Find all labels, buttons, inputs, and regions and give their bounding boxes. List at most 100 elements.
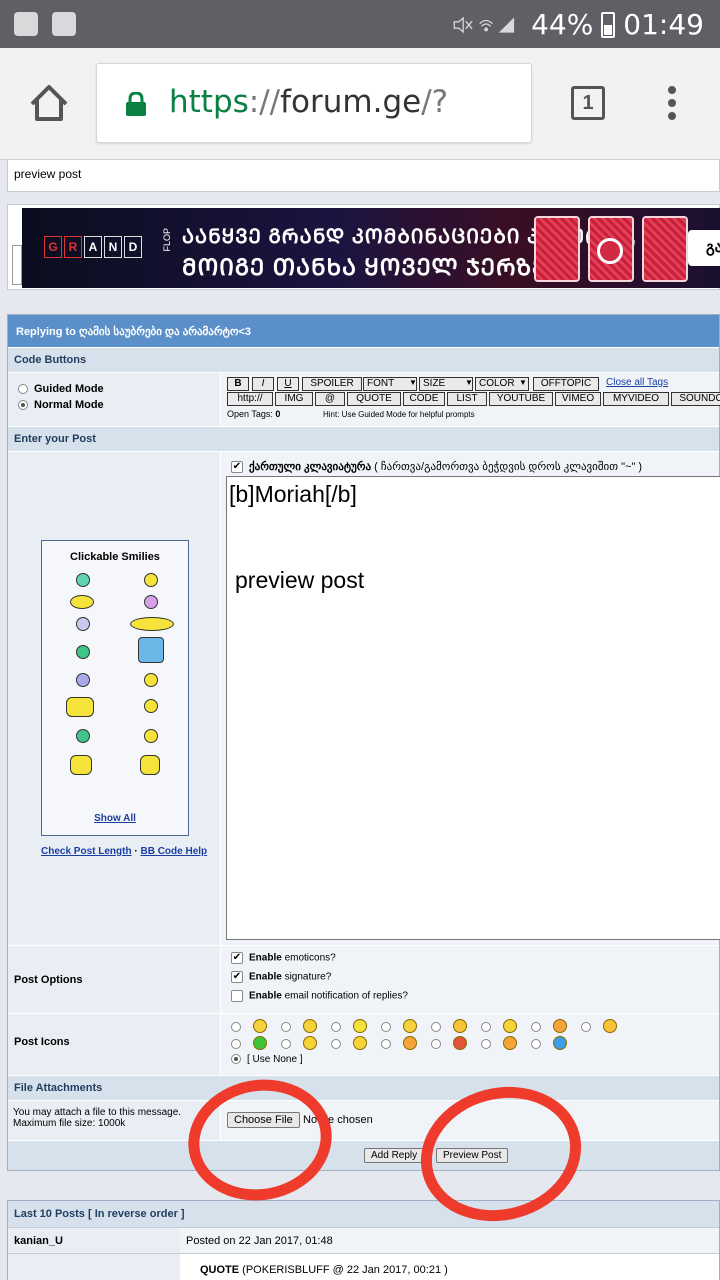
smiley-icon[interactable]	[144, 729, 158, 743]
attach-info-line: Maximum file size: 1000k	[13, 1118, 126, 1129]
post-icon-radio[interactable]	[431, 1039, 441, 1049]
smiley-icon[interactable]	[66, 697, 94, 717]
smilies-panel: Clickable Smilies Show All	[41, 540, 189, 836]
browser-toolbar: https://forum.ge/? 1	[0, 48, 720, 160]
post-icon-radio[interactable]	[331, 1039, 341, 1049]
logo-flop: FLOP	[162, 228, 172, 252]
youtube-button[interactable]: YOUTUBE	[489, 392, 553, 406]
smiley-icon[interactable]	[70, 755, 92, 775]
italic-button[interactable]: I	[252, 377, 274, 391]
signature-checkbox[interactable]: ✔	[231, 971, 243, 983]
overflow-menu-icon[interactable]	[668, 86, 678, 122]
list-button[interactable]: LIST	[447, 392, 487, 406]
bbcode-help-link[interactable]: BB Code Help	[140, 846, 207, 857]
emoticons-label: emoticons?	[281, 952, 336, 964]
post-author[interactable]: kanian_U	[8, 1228, 180, 1253]
open-tags: Open Tags: 0	[227, 409, 280, 419]
post-icon-radio[interactable]	[481, 1022, 491, 1032]
banner-cta-button[interactable]: გა	[688, 230, 720, 266]
url-separator: ://	[248, 84, 281, 120]
img-button[interactable]: IMG	[275, 392, 313, 406]
quote-button[interactable]: QUOTE	[347, 392, 401, 406]
normal-mode-option[interactable]: Normal Mode	[18, 399, 104, 411]
smiley-icon[interactable]	[140, 755, 160, 775]
url-button[interactable]: http://	[227, 392, 273, 406]
smiley-icon[interactable]	[76, 617, 90, 631]
clipboard-notification-icon	[52, 12, 76, 36]
email-notify-option[interactable]: Enable email notification of replies?	[231, 990, 408, 1002]
post-text-line: [b]Moriah[/b]	[229, 481, 357, 507]
smiley-icon[interactable]	[144, 595, 158, 609]
home-icon[interactable]	[28, 82, 70, 124]
playing-card-image	[534, 216, 580, 282]
ad-banner[interactable]: G R A N D FLOP ᲐᲐᲜᲧᲕᲔ ᲒᲠᲐᲜᲓ ᲙᲝᲛᲑᲘᲜᲐᲪᲘᲔᲑᲘ…	[22, 208, 720, 288]
normal-mode-radio[interactable]	[18, 400, 28, 411]
open-tags-count: 0	[275, 409, 281, 419]
enable-label: Enable	[249, 971, 282, 983]
code-button[interactable]: CODE	[403, 392, 445, 406]
quote-header: QUOTE (POKERISBLUFF @ 22 Jan 2017, 00:21…	[180, 1254, 468, 1280]
tab-switcher-button[interactable]: 1	[571, 86, 605, 120]
post-icon-smiley	[603, 1019, 617, 1033]
post-icon-radio[interactable]	[331, 1022, 341, 1032]
attachments-row: You may attach a file to this message. M…	[8, 1100, 719, 1140]
smiley-icon[interactable]	[76, 673, 90, 687]
post-icon-radio[interactable]	[231, 1022, 241, 1032]
post-icon-radio[interactable]	[381, 1022, 391, 1032]
check-length-link[interactable]: Check Post Length	[41, 846, 132, 857]
show-all-smilies-link[interactable]: Show All	[42, 813, 188, 824]
smiley-icon[interactable]	[144, 699, 158, 713]
smiley-icon[interactable]	[70, 595, 94, 609]
post-icon-radio[interactable]	[431, 1022, 441, 1032]
smiley-icon[interactable]	[138, 637, 164, 663]
battery-icon	[601, 11, 616, 38]
vimeo-button[interactable]: VIMEO	[555, 392, 601, 406]
myvideo-button[interactable]: MYVIDEO	[603, 392, 669, 406]
post-icon-radio[interactable]	[281, 1039, 291, 1049]
georgian-keyboard-toggle[interactable]: ✔ ქართული კლავიატურა ( ჩართვა/გამორთვა ბე…	[231, 460, 642, 474]
post-icon-radio[interactable]	[531, 1039, 541, 1049]
use-none-radio[interactable]	[231, 1054, 241, 1065]
guided-mode-radio[interactable]	[18, 384, 28, 395]
smiley-icon[interactable]	[76, 645, 90, 659]
url-field[interactable]: https://forum.ge/?	[96, 63, 532, 143]
georgian-keyboard-checkbox[interactable]: ✔	[231, 461, 243, 474]
smiley-icon[interactable]	[130, 617, 174, 631]
smiley-icon[interactable]	[76, 573, 90, 587]
use-none-option[interactable]: [ Use None ]	[231, 1054, 303, 1065]
url-text: https://forum.ge/?	[169, 84, 448, 120]
smiley-icon[interactable]	[144, 573, 158, 587]
post-text-line: preview post	[235, 567, 365, 593]
add-reply-button[interactable]: Add Reply	[364, 1148, 425, 1163]
poker-chip-icon	[597, 238, 623, 264]
close-all-tags-link[interactable]: Close all Tags	[606, 377, 668, 388]
post-icon-radio[interactable]	[581, 1022, 591, 1032]
soundcloud-button[interactable]: SOUNDC	[671, 392, 720, 406]
guided-mode-option[interactable]: Guided Mode	[18, 383, 104, 395]
post-icon-radio[interactable]	[231, 1039, 241, 1049]
status-right: 44% 01:49	[453, 8, 704, 41]
signal-icons	[453, 16, 515, 33]
signature-option[interactable]: ✔ Enable signature?	[231, 971, 331, 983]
smiley-icon[interactable]	[76, 729, 90, 743]
smiley-icon[interactable]	[144, 673, 158, 687]
post-icon-radio[interactable]	[481, 1039, 491, 1049]
bold-button[interactable]: B	[227, 377, 249, 391]
bbcode-toolbar: B I U SPOILER FONT SIZE COLOR OFFTOPIC ▼…	[221, 373, 720, 426]
emoticons-option[interactable]: ✔ Enable emoticons?	[231, 952, 336, 964]
post-icon-radio[interactable]	[281, 1022, 291, 1032]
guided-hint: Hint: Use Guided Mode for helpful prompt…	[323, 410, 475, 419]
url-host: forum.ge	[280, 84, 422, 120]
spoiler-button[interactable]: SPOILER	[302, 377, 362, 391]
emoticons-checkbox[interactable]: ✔	[231, 952, 243, 964]
underline-button[interactable]: U	[277, 377, 299, 391]
email-notify-checkbox[interactable]	[231, 990, 243, 1002]
mention-button[interactable]: @	[315, 392, 345, 406]
post-icon-radio[interactable]	[531, 1022, 541, 1032]
banner-subline: ᲛᲝᲘᲒᲔ ᲗᲐᲜᲮᲐ ᲧᲝᲕᲔᲚ ᲯᲔᲠᲖᲔ!	[182, 254, 557, 280]
recycle-notification-icon	[14, 12, 38, 36]
post-icon-smiley	[553, 1019, 567, 1033]
offtopic-button[interactable]: OFFTOPIC	[533, 377, 599, 391]
post-icon-radio[interactable]	[381, 1039, 391, 1049]
post-textarea[interactable]: [b]Moriah[/b] preview post	[226, 476, 720, 940]
